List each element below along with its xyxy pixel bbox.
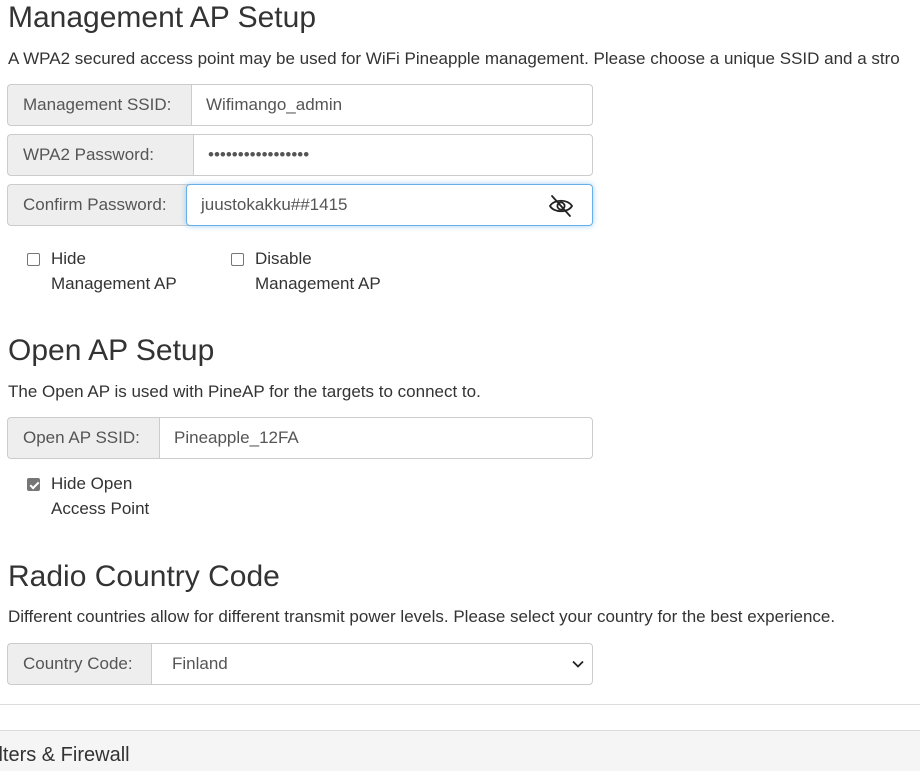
management-description: A WPA2 secured access point may be used … bbox=[8, 49, 900, 68]
management-ssid-group: Management SSID: Wifimango_admin bbox=[7, 84, 593, 126]
wpa2-password-group: WPA2 Password: ••••••••••••••••• bbox=[7, 134, 593, 176]
management-ssid-input[interactable]: Wifimango_admin bbox=[191, 84, 593, 126]
country-code-group: Country Code: Finland bbox=[7, 643, 593, 685]
open-ap-heading: Open AP Setup bbox=[8, 334, 215, 367]
confirm-password-input[interactable]: juustokakku##1415 bbox=[186, 184, 593, 226]
management-heading: Management AP Setup bbox=[8, 1, 316, 34]
hide-open-ap-checkbox[interactable] bbox=[27, 478, 40, 491]
confirm-password-label: Confirm Password: bbox=[7, 184, 193, 226]
country-description: Different countries allow for different … bbox=[8, 607, 836, 626]
country-code-label: Country Code: bbox=[7, 643, 151, 685]
chevron-down-icon bbox=[572, 660, 584, 668]
open-ap-ssid-group: Open AP SSID: Pineapple_12FA bbox=[7, 417, 593, 459]
disable-management-ap-label-line1: Disable bbox=[255, 249, 312, 268]
hide-open-ap-label-line1: Hide Open bbox=[51, 474, 133, 493]
country-code-value: Finland bbox=[172, 654, 228, 673]
filters-firewall-title: ilters & Firewall bbox=[0, 744, 130, 766]
disable-management-ap-checkbox[interactable] bbox=[231, 253, 244, 266]
hide-management-ap-label-line1: Hide bbox=[51, 249, 86, 268]
confirm-password-value: juustokakku##1415 bbox=[201, 195, 348, 214]
open-ap-description: The Open AP is used with PineAP for the … bbox=[8, 382, 481, 401]
hide-management-ap-checkbox[interactable] bbox=[27, 253, 40, 266]
wpa2-password-input[interactable]: ••••••••••••••••• bbox=[193, 134, 593, 176]
confirm-password-group: Confirm Password: juustokakku##1415 bbox=[7, 184, 593, 226]
hide-management-ap-label-line2: Management AP bbox=[51, 274, 177, 293]
section-divider bbox=[0, 704, 920, 705]
open-ap-ssid-label: Open AP SSID: bbox=[7, 417, 159, 459]
hide-open-ap-label[interactable]: Hide Open Access Point bbox=[51, 471, 149, 521]
management-ssid-label: Management SSID: bbox=[7, 84, 191, 126]
wpa2-password-value: ••••••••••••••••• bbox=[208, 145, 310, 164]
management-ssid-value: Wifimango_admin bbox=[206, 95, 343, 114]
country-heading: Radio Country Code bbox=[8, 560, 280, 593]
open-ap-ssid-value: Pineapple_12FA bbox=[174, 428, 299, 447]
hide-open-ap-label-line2: Access Point bbox=[51, 499, 150, 518]
wpa2-password-label: WPA2 Password: bbox=[7, 134, 193, 176]
open-ap-ssid-input[interactable]: Pineapple_12FA bbox=[159, 417, 593, 459]
country-code-select[interactable]: Finland bbox=[151, 643, 593, 685]
disable-management-ap-label[interactable]: Disable Management AP bbox=[255, 246, 381, 296]
hide-management-ap-label[interactable]: Hide Management AP bbox=[51, 246, 177, 296]
disable-management-ap-label-line2: Management AP bbox=[255, 274, 381, 293]
eye-slash-icon[interactable] bbox=[548, 193, 574, 219]
filters-firewall-panel-header[interactable]: ilters & Firewall bbox=[0, 730, 920, 771]
